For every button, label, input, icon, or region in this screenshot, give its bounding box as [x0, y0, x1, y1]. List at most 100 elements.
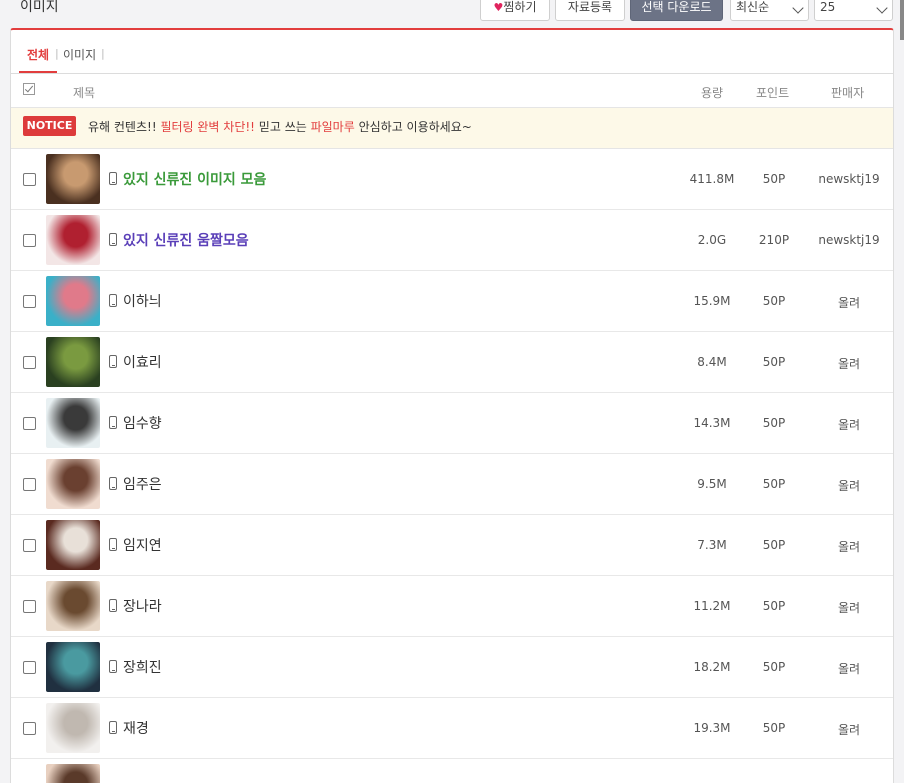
mobile-icon: [109, 477, 117, 490]
table-row[interactable]: 장희진 18.2M 50P 올려: [11, 637, 893, 698]
seller-name[interactable]: newsktj19: [809, 233, 889, 247]
file-title-link[interactable]: 장희진: [123, 657, 162, 677]
page-size-select[interactable]: 25: [814, 0, 893, 21]
top-toolbar: 이미지 ♥찜하기 자료등록 선택 다운로드 최신순 25: [0, 0, 904, 40]
table-row[interactable]: 임수향 14.3M 50P 올려: [11, 393, 893, 454]
notice-text-part: 믿고 쓰는: [254, 120, 311, 134]
row-checkbox[interactable]: [23, 234, 36, 247]
thumbnail-image[interactable]: [46, 398, 100, 448]
file-title-link[interactable]: 임지연: [123, 535, 162, 555]
page-size-value: 25: [820, 0, 836, 14]
thumbnail-image[interactable]: [46, 520, 100, 570]
file-title-link[interactable]: 이효리: [123, 352, 162, 372]
tab-divider: |: [55, 47, 59, 60]
sort-select-value: 최신순: [736, 0, 770, 14]
table-row[interactable]: 있지 신류진 이미지 모음 411.8M 50P newsktj19: [11, 149, 893, 210]
scrollbar[interactable]: [900, 0, 904, 40]
file-size: 7.3M: [697, 538, 727, 552]
table-row[interactable]: 있지 신류진 움짤모음 2.0G 210P newsktj19: [11, 210, 893, 271]
seller-name[interactable]: newsktj19: [809, 172, 889, 186]
file-title-link[interactable]: 재경: [123, 718, 149, 738]
row-checkbox[interactable]: [23, 600, 36, 613]
favorite-label: 찜하기: [503, 0, 537, 14]
file-point: 50P: [762, 416, 786, 430]
file-size: 19.3M: [693, 721, 731, 735]
table-row[interactable]: 이효리 8.4M 50P 올려: [11, 332, 893, 393]
tab-images[interactable]: 이미지: [63, 46, 96, 63]
row-checkbox[interactable]: [23, 661, 36, 674]
sort-select[interactable]: 최신순: [730, 0, 809, 21]
notice-text-part: 유해 컨텐츠!!: [88, 120, 161, 134]
row-checkbox[interactable]: [23, 356, 36, 369]
file-size: 18.2M: [693, 660, 731, 674]
row-checkbox[interactable]: [23, 539, 36, 552]
table-row[interactable]: [11, 759, 893, 783]
table-row[interactable]: 재경 19.3M 50P 올려: [11, 698, 893, 759]
select-all-checkbox[interactable]: [23, 83, 35, 95]
file-title-link[interactable]: 임주은: [123, 474, 162, 494]
notice-highlight: 필터링 완벽 차단!!: [160, 120, 255, 134]
seller-name[interactable]: 올려: [809, 355, 889, 372]
row-checkbox[interactable]: [23, 417, 36, 430]
tab-divider: |: [101, 47, 105, 60]
chevron-down-icon: [876, 2, 888, 14]
seller-name[interactable]: 올려: [809, 599, 889, 616]
favorite-button[interactable]: ♥찜하기: [480, 0, 550, 21]
thumbnail-image[interactable]: [46, 154, 100, 204]
file-point: 50P: [762, 294, 786, 308]
seller-name[interactable]: 올려: [809, 538, 889, 555]
seller-name[interactable]: 올려: [809, 721, 889, 738]
file-size: 8.4M: [697, 355, 727, 369]
thumbnail-image[interactable]: [46, 337, 100, 387]
table-row[interactable]: 임지연 7.3M 50P 올려: [11, 515, 893, 576]
notice-badge: NOTICE: [23, 116, 76, 136]
file-title-link[interactable]: 임수향: [123, 413, 162, 433]
row-checkbox[interactable]: [23, 295, 36, 308]
tab-all[interactable]: 전체: [27, 46, 49, 63]
file-title-link[interactable]: 이하늬: [123, 291, 162, 311]
chevron-down-icon: [792, 2, 804, 14]
notice-highlight: 파일마루: [310, 120, 355, 134]
active-tab-indicator: [19, 71, 57, 73]
file-size: 11.2M: [693, 599, 731, 613]
file-title-link[interactable]: 있지 신류진 이미지 모음: [123, 169, 266, 189]
notice-banner: NOTICE 유해 컨텐츠!! 필터링 완벽 차단!! 믿고 쓰는 파일마루 안…: [11, 108, 893, 149]
thumbnail-image[interactable]: [46, 215, 100, 265]
mobile-icon: [109, 294, 117, 307]
table-row[interactable]: 이하늬 15.9M 50P 올려: [11, 271, 893, 332]
table-row[interactable]: 장나라 11.2M 50P 올려: [11, 576, 893, 637]
file-list-panel: 전체 | 이미지 | 제목 용량 포인트 판매자 NOTICE 유해 컨텐츠!!…: [10, 28, 894, 783]
seller-name[interactable]: 올려: [809, 294, 889, 311]
category-tabs: 전체 | 이미지 |: [11, 30, 893, 74]
row-checkbox[interactable]: [23, 173, 36, 186]
page-title: 이미지: [20, 0, 59, 15]
mobile-icon: [109, 660, 117, 673]
file-title-link[interactable]: 장나라: [123, 596, 162, 616]
file-size: 2.0G: [697, 233, 727, 247]
notice-text: 유해 컨텐츠!! 필터링 완벽 차단!! 믿고 쓰는 파일마루 안심하고 이용하…: [88, 118, 472, 135]
file-point: 50P: [762, 660, 786, 674]
seller-name[interactable]: 올려: [809, 477, 889, 494]
thumbnail-image[interactable]: [46, 581, 100, 631]
row-checkbox[interactable]: [23, 722, 36, 735]
thumbnail-image[interactable]: [46, 276, 100, 326]
table-header: 제목 용량 포인트 판매자: [11, 74, 893, 108]
thumbnail-image[interactable]: [46, 642, 100, 692]
thumbnail-image[interactable]: [46, 703, 100, 753]
mobile-icon: [109, 172, 117, 185]
column-seller: 판매자: [831, 86, 865, 100]
seller-name[interactable]: 올려: [809, 660, 889, 677]
selected-download-button[interactable]: 선택 다운로드: [630, 0, 723, 21]
file-point: 50P: [762, 477, 786, 491]
thumbnail-image[interactable]: [46, 764, 100, 783]
seller-name[interactable]: 올려: [809, 416, 889, 433]
file-point: 210P: [758, 233, 790, 247]
row-checkbox[interactable]: [23, 478, 36, 491]
mobile-icon: [109, 721, 117, 734]
column-size: 용량: [701, 86, 724, 100]
upload-button[interactable]: 자료등록: [555, 0, 625, 21]
thumbnail-image[interactable]: [46, 459, 100, 509]
table-row[interactable]: 임주은 9.5M 50P 올려: [11, 454, 893, 515]
file-title-link[interactable]: 있지 신류진 움짤모음: [123, 230, 249, 250]
file-size: 14.3M: [693, 416, 731, 430]
